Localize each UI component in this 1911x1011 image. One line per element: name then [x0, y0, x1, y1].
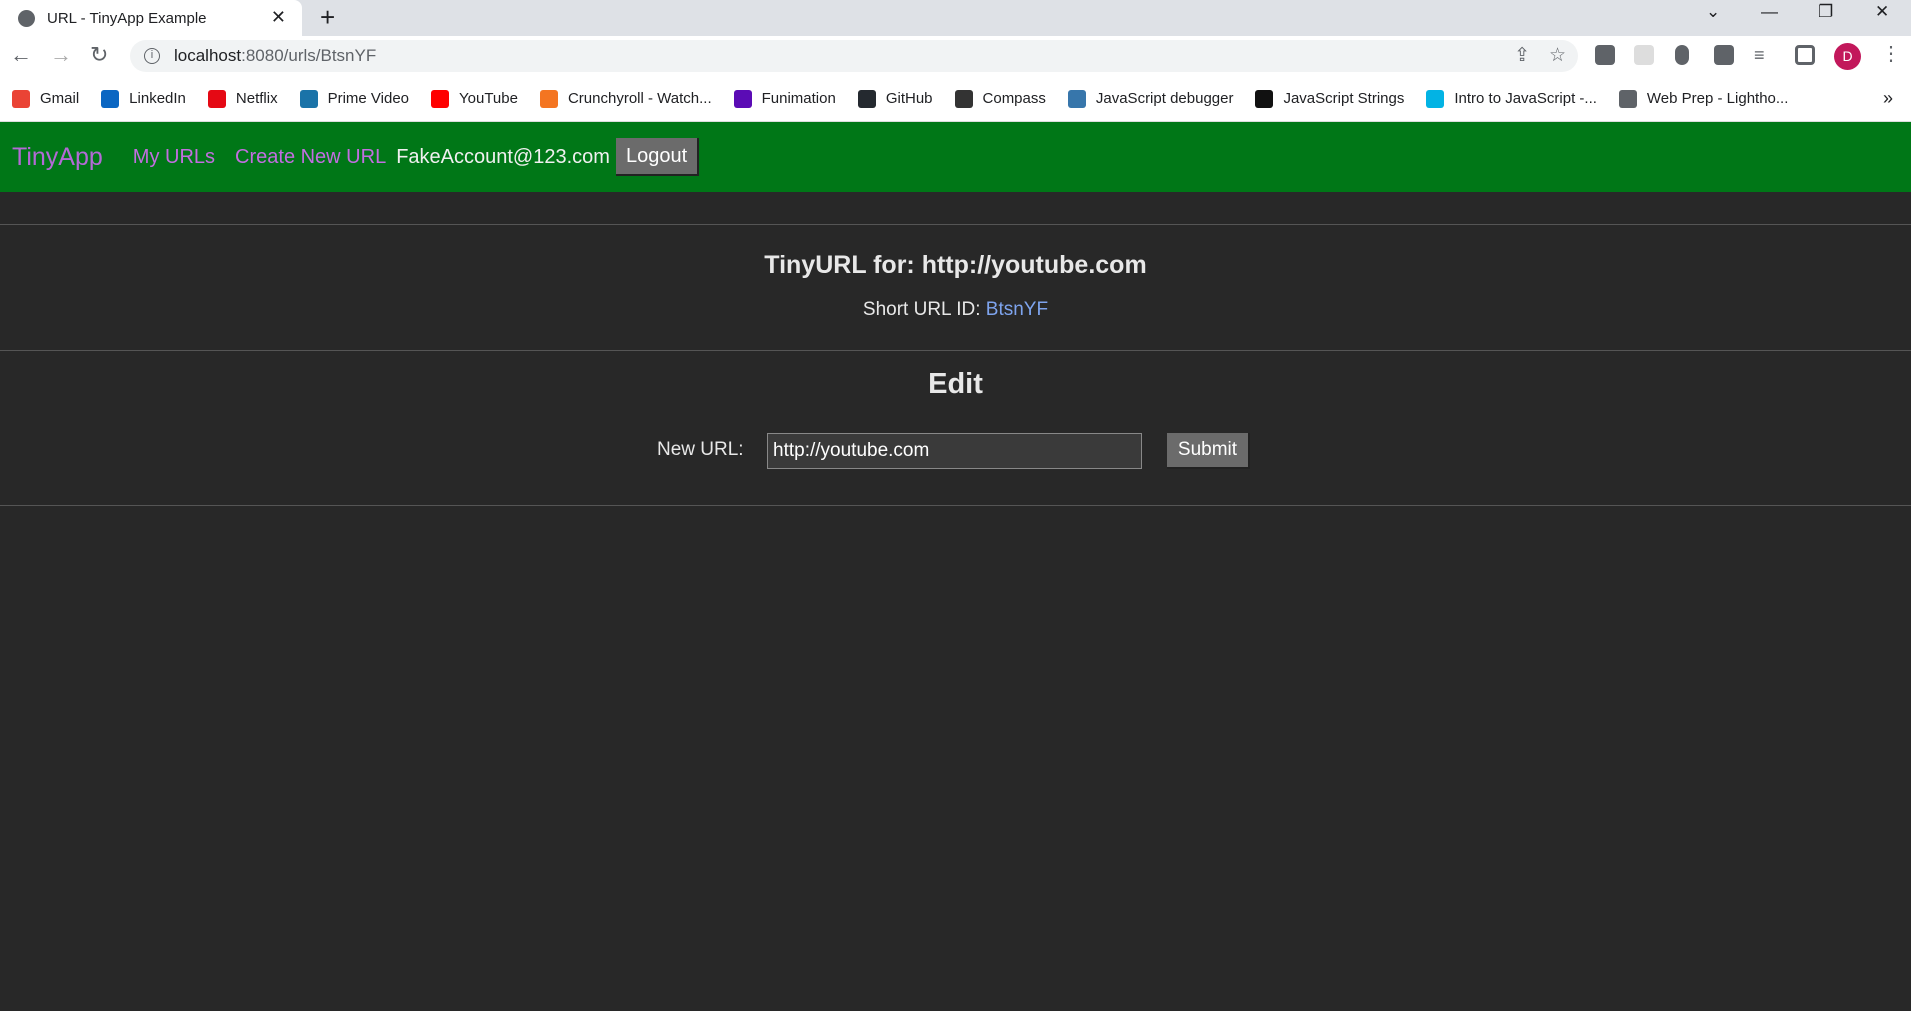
share-icon[interactable]: ⇪ — [1514, 44, 1530, 67]
bookmark-item[interactable]: YouTube — [431, 89, 518, 108]
new-url-input[interactable] — [767, 433, 1142, 469]
bookmark-label: JavaScript debugger — [1095, 90, 1234, 107]
bookmark-item[interactable]: Compass — [954, 89, 1046, 108]
bookmark-label: JavaScript Strings — [1283, 90, 1405, 107]
bookmark-label: GitHub — [885, 90, 933, 107]
mouse-extension-icon[interactable] — [1675, 45, 1689, 65]
minimize-icon[interactable]: — — [1761, 2, 1778, 22]
bookmark-item[interactable]: Funimation — [733, 89, 836, 108]
url-host: localhost — [174, 46, 242, 65]
bookmark-label: Gmail — [40, 90, 80, 107]
forward-icon[interactable]: → — [50, 42, 72, 68]
bookmark-icon — [1618, 89, 1637, 108]
bookmark-item[interactable]: Intro to JavaScript -... — [1426, 89, 1597, 108]
extension-icon[interactable] — [1595, 45, 1615, 65]
edit-heading: Edit — [928, 368, 983, 400]
submit-button[interactable]: Submit — [1167, 433, 1250, 469]
bookmark-icon — [101, 89, 120, 108]
bookmark-icon — [733, 89, 752, 108]
extension-icon[interactable] — [1634, 45, 1654, 65]
bookmark-item[interactable]: Gmail — [12, 89, 80, 108]
bookmark-icon — [431, 89, 450, 108]
bookmark-label: Compass — [982, 90, 1046, 107]
bookmark-item[interactable]: GitHub — [857, 89, 933, 108]
bookmark-icon — [1426, 89, 1445, 108]
bookmark-icon — [954, 89, 973, 108]
my-urls-link[interactable]: My URLs — [133, 146, 215, 169]
puzzle-icon[interactable] — [1714, 45, 1734, 65]
short-url-label: Short URL ID: — [862, 299, 986, 320]
tab-search-icon[interactable]: ⌄ — [1706, 2, 1720, 22]
create-new-url-link[interactable]: Create New URL — [235, 146, 386, 169]
logout-button[interactable]: Logout — [615, 138, 700, 176]
tab-title: URL - TinyApp Example — [47, 9, 207, 27]
bookmark-label: Prime Video — [327, 90, 410, 107]
bookmark-icon — [299, 89, 318, 108]
bookmark-item[interactable]: Netflix — [207, 89, 278, 108]
reload-icon[interactable]: ↻ — [90, 42, 108, 68]
bookmark-label: Web Prep - Lightho... — [1646, 90, 1789, 107]
bookmark-icon — [1255, 89, 1274, 108]
bookmark-icon — [857, 89, 876, 108]
app-navbar: TinyApp My URLs Create New URL FakeAccou… — [0, 122, 1911, 192]
more-bookmarks-icon[interactable]: » — [1883, 88, 1893, 109]
address-row: ← → ↻ i localhost:8080/urls/BtsnYF ⇪ ☆ ≡… — [0, 36, 1911, 76]
bookmark-label: YouTube — [459, 90, 518, 107]
star-icon[interactable]: ☆ — [1549, 44, 1566, 67]
side-panel-icon[interactable] — [1795, 45, 1815, 65]
back-icon[interactable]: ← — [10, 42, 32, 68]
short-url-line: Short URL ID: BtsnYF — [0, 299, 1911, 321]
address-bar[interactable]: i localhost:8080/urls/BtsnYF ⇪ ☆ — [130, 40, 1578, 72]
bookmark-label: Netflix — [235, 90, 278, 107]
close-window-icon[interactable]: ✕ — [1875, 2, 1889, 22]
site-info-icon[interactable]: i — [144, 48, 160, 64]
menu-icon[interactable]: ⋮ — [1881, 41, 1901, 66]
url-path: :8080/urls/BtsnYF — [241, 46, 377, 65]
bookmark-item[interactable]: JavaScript debugger — [1067, 89, 1234, 108]
bookmark-label: Intro to JavaScript -... — [1454, 90, 1597, 107]
bookmark-item[interactable]: Crunchyroll - Watch... — [539, 89, 712, 108]
bookmark-item[interactable]: LinkedIn — [101, 89, 186, 108]
bookmark-item[interactable]: Prime Video — [299, 89, 410, 108]
page-title: TinyURL for: http://youtube.com — [764, 251, 1147, 279]
avatar[interactable]: D — [1834, 43, 1861, 70]
divider — [0, 224, 1911, 225]
bookmark-item[interactable]: Web Prep - Lightho... — [1618, 89, 1789, 108]
bookmark-icon — [1067, 89, 1086, 108]
new-url-label: New URL: — [657, 439, 744, 460]
user-email: FakeAccount@123.com — [396, 145, 610, 168]
reading-list-icon[interactable]: ≡ — [1754, 45, 1774, 65]
browser-tab[interactable]: URL - TinyApp Example ✕ — [0, 0, 302, 36]
bookmark-icon — [207, 89, 226, 108]
close-tab-icon[interactable]: ✕ — [271, 7, 286, 28]
bookmark-icon — [12, 89, 30, 108]
tab-bar: URL - TinyApp Example ✕ + ⌄ — ❐ ✕ — [0, 0, 1911, 36]
globe-icon — [18, 9, 35, 27]
new-tab-icon[interactable]: + — [320, 2, 335, 33]
bookmark-label: LinkedIn — [129, 90, 186, 107]
bookmark-item[interactable]: JavaScript Strings — [1255, 89, 1405, 108]
brand-link[interactable]: TinyApp — [12, 143, 103, 172]
divider — [0, 350, 1911, 351]
bookmarks-bar: Gmail LinkedIn Netflix Prime Video YouTube Cr… — [0, 76, 1911, 122]
bookmark-label: Crunchyroll - Watch... — [567, 90, 712, 107]
divider — [0, 505, 1911, 506]
bookmark-label: Funimation — [761, 90, 836, 107]
restore-icon[interactable]: ❐ — [1818, 2, 1833, 22]
short-url-link[interactable]: BtsnYF — [986, 299, 1048, 320]
bookmark-icon — [539, 89, 558, 108]
